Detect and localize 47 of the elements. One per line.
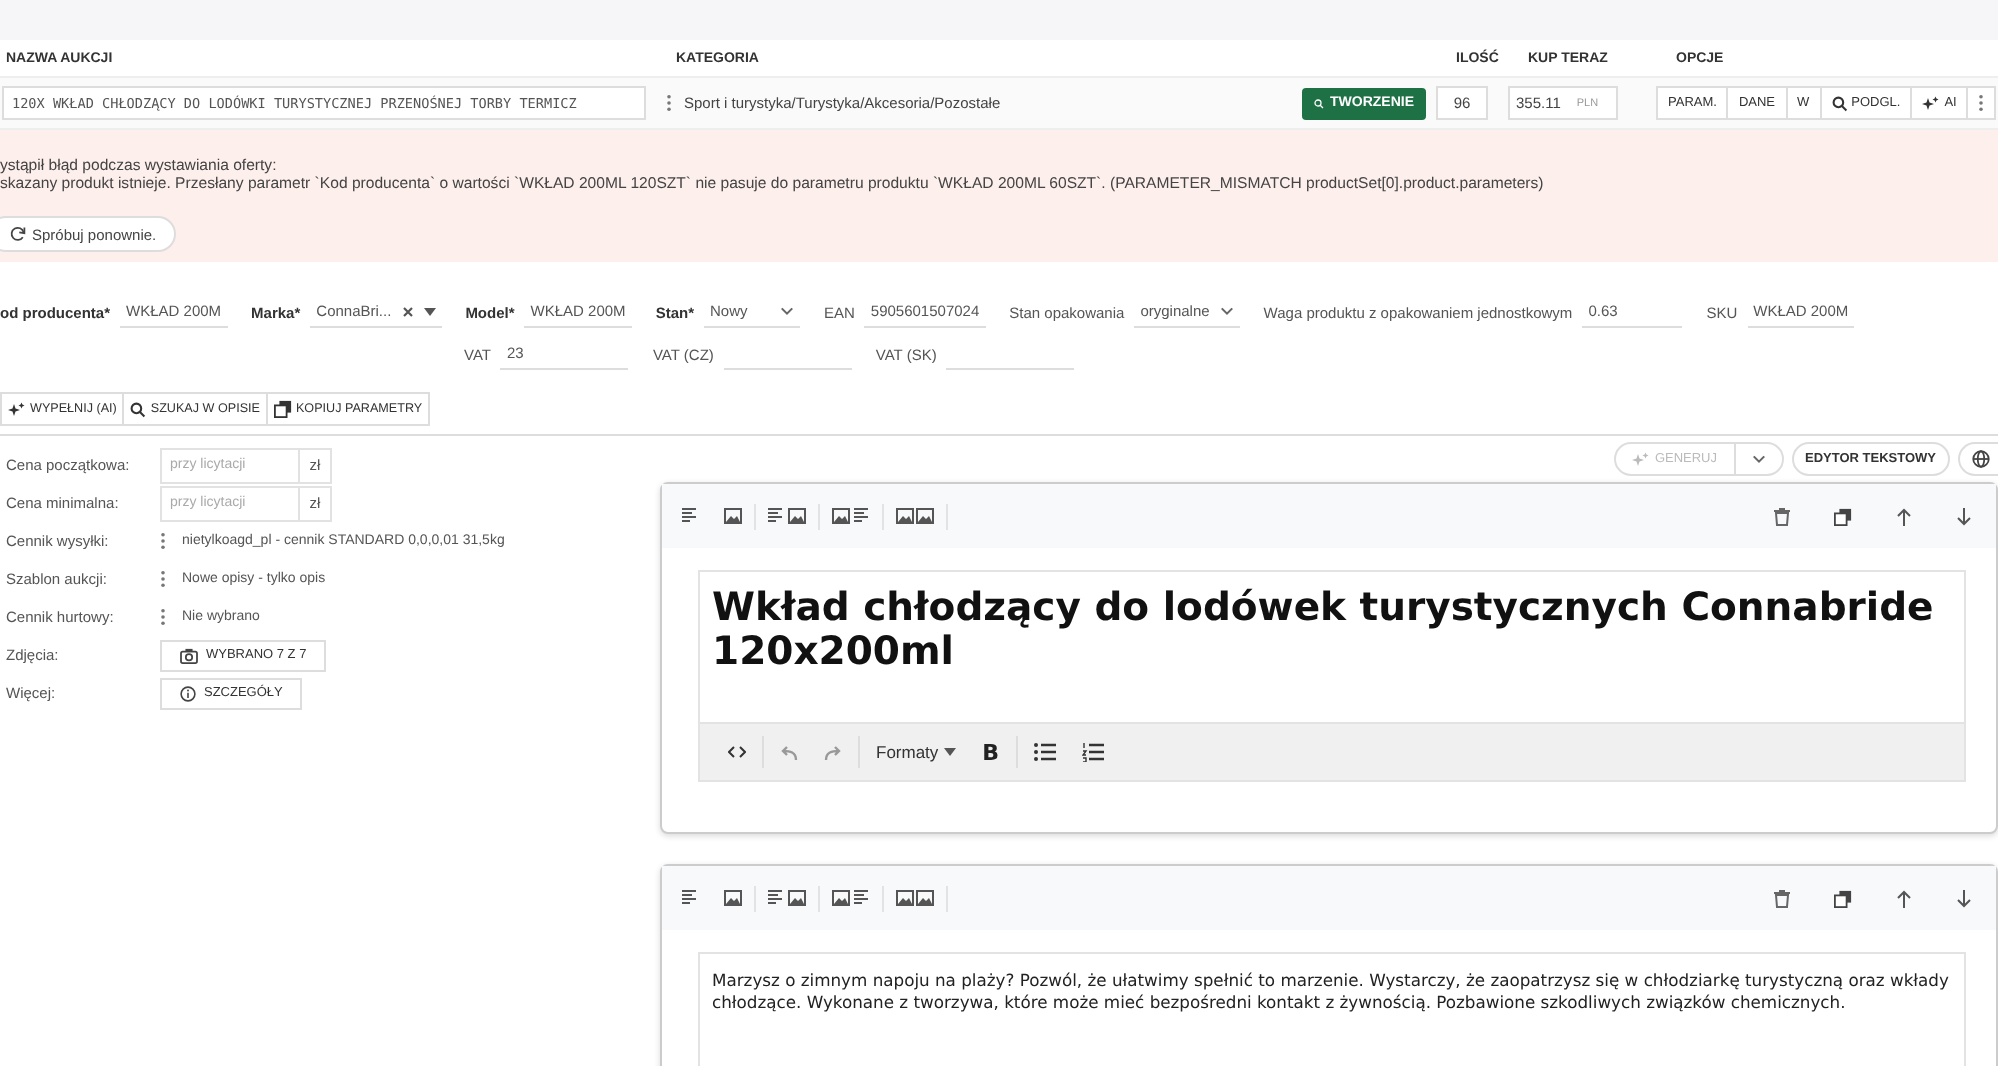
two-images-block-icon[interactable]: [896, 508, 934, 524]
arrow-up-icon[interactable]: [1896, 507, 1912, 525]
bullet-list-icon[interactable]: [1033, 742, 1056, 762]
image-block-icon[interactable]: [724, 890, 742, 906]
arrow-down-icon[interactable]: [1956, 889, 1972, 907]
arrow-down-icon[interactable]: [1956, 507, 1972, 525]
search-icon: [1831, 95, 1848, 111]
caret-icon: [423, 307, 436, 315]
sparkle-icon: [1922, 95, 1941, 111]
chevron-down-icon: [1751, 454, 1765, 464]
image-block-icon[interactable]: [724, 508, 742, 524]
clear-icon[interactable]: [401, 305, 414, 317]
image-text-block-icon[interactable]: [832, 890, 870, 906]
two-images-block-icon[interactable]: [896, 890, 934, 906]
text-image-block-icon[interactable]: [768, 890, 806, 906]
duplicate-icon[interactable]: [1834, 507, 1852, 525]
formats-dropdown[interactable]: Formaty: [876, 742, 957, 762]
source-code-icon[interactable]: [728, 746, 746, 758]
copy-icon: [273, 400, 292, 418]
caret-icon: [944, 748, 957, 756]
chevron-down-icon: [779, 306, 794, 316]
sparkle-icon: [8, 401, 26, 417]
duplicate-icon[interactable]: [1834, 889, 1852, 907]
kebab-icon[interactable]: [160, 532, 166, 550]
heading-text[interactable]: Wkład chłodzący do lodówek turystycznych Connabride 120x200ml: [700, 572, 1964, 722]
camera-icon: [180, 647, 198, 663]
text-image-block-icon[interactable]: [768, 508, 806, 524]
text-block-icon[interactable]: [682, 890, 700, 906]
language-button[interactable]: [1958, 442, 1998, 476]
kebab-icon[interactable]: [160, 570, 166, 588]
trash-icon[interactable]: [1774, 507, 1790, 525]
sparkle-icon: [1632, 451, 1651, 467]
bold-button[interactable]: B: [982, 739, 1000, 765]
info-icon: [180, 685, 196, 701]
image-text-block-icon[interactable]: [832, 508, 870, 524]
trash-icon[interactable]: [1774, 889, 1790, 907]
text-block-icon[interactable]: [682, 508, 700, 524]
refresh-icon: [10, 226, 26, 242]
chevron-down-icon: [1219, 306, 1234, 316]
kebab-icon: [1978, 94, 1985, 112]
kebab-icon[interactable]: [160, 608, 166, 626]
numbered-list-icon[interactable]: [1081, 742, 1104, 762]
globe-icon: [1972, 450, 1990, 468]
search-icon: [130, 401, 147, 417]
search-icon: [1314, 95, 1324, 111]
arrow-up-icon[interactable]: [1896, 889, 1912, 907]
kebab-icon[interactable]: [666, 94, 672, 112]
